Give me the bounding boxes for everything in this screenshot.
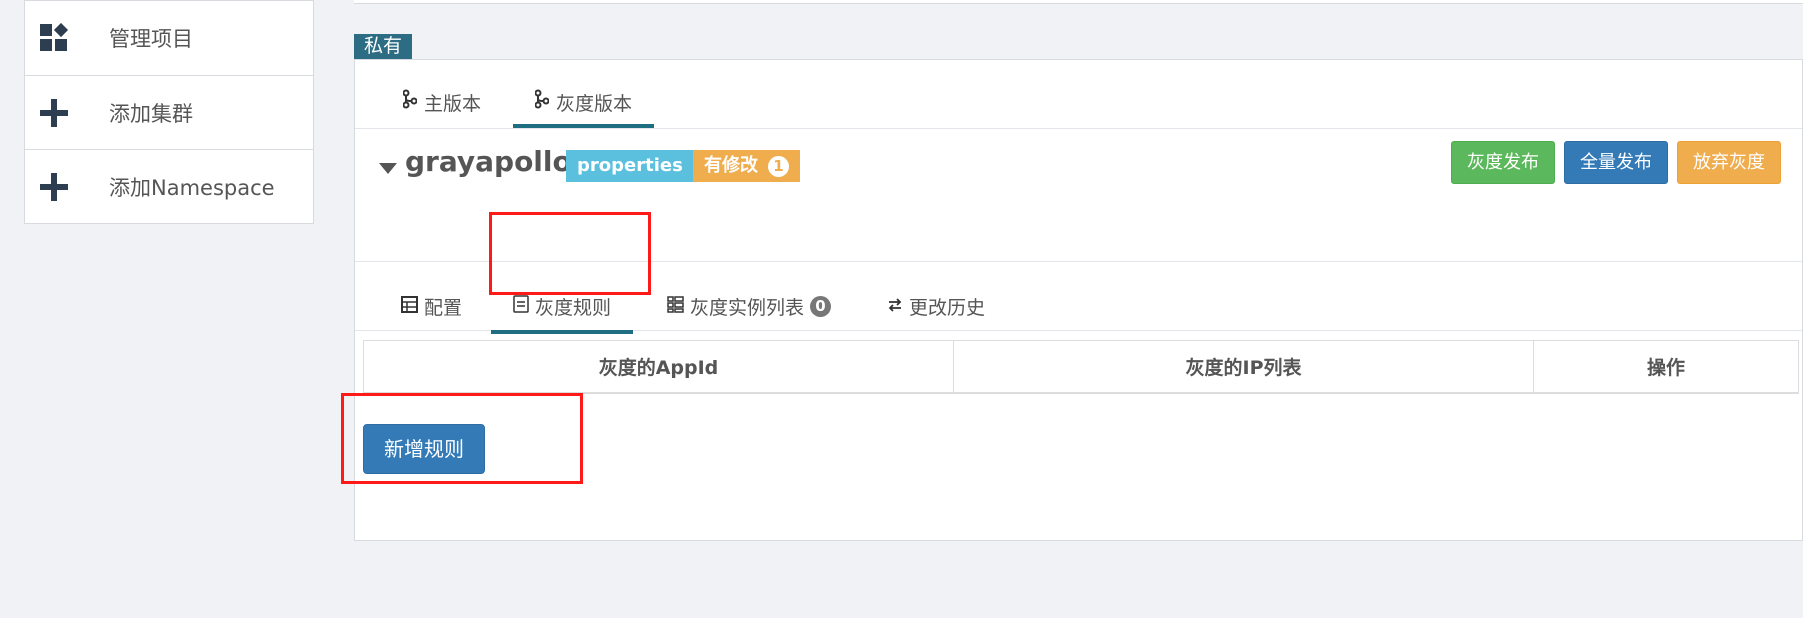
branch-icon: [402, 89, 418, 114]
sidebar-item-add-namespace[interactable]: 添加Namespace: [24, 150, 314, 224]
sidebar-item-label: 管理项目: [109, 27, 193, 51]
modified-label: 有修改: [704, 155, 758, 176]
tab-label: 灰度规则: [535, 297, 612, 319]
tab-label: 更改历史: [909, 297, 986, 319]
gray-release-button[interactable]: 灰度发布: [1451, 141, 1555, 184]
tab-gray-version[interactable]: 灰度版本: [512, 89, 655, 128]
gray-sub-tabs: 配置 灰度规则 灰度实例列表 0 更改历史: [355, 262, 1802, 334]
list-icon: [667, 295, 684, 318]
tab-label: 配置: [424, 297, 463, 319]
tab-main-version[interactable]: 主版本: [402, 89, 482, 126]
full-release-button[interactable]: 全量发布: [1564, 141, 1668, 184]
plus-icon: [37, 170, 71, 204]
gray-rules-table: 灰度的AppId 灰度的IP列表 操作: [363, 340, 1799, 394]
tab-gray-instances[interactable]: 灰度实例列表 0: [667, 293, 832, 320]
tab-label: 灰度版本: [556, 93, 633, 115]
sidebar-item-label: 添加Namespace: [109, 175, 275, 200]
tab-gray-rules[interactable]: 灰度规则: [490, 293, 634, 334]
document-icon: [513, 295, 529, 318]
format-badge: properties: [566, 150, 694, 182]
tab-config[interactable]: 配置: [401, 293, 462, 320]
tab-label: 主版本: [424, 93, 482, 115]
sidebar-item-add-cluster[interactable]: 添加集群: [24, 76, 314, 150]
column-header-actions: 操作: [1646, 357, 1685, 379]
column-header-ip-list: 灰度的IP列表: [954, 341, 1534, 392]
scope-badge: 私有: [354, 34, 413, 59]
branch-icon: [534, 89, 550, 114]
swap-icon: [887, 296, 903, 318]
instance-count-badge: 0: [810, 296, 832, 317]
column-header-appid: 灰度的AppId: [364, 341, 954, 392]
previous-panel-edge: [354, 0, 1803, 4]
namespace-name: grayapollo: [405, 145, 572, 178]
sidebar-item-label: 添加集群: [109, 101, 193, 126]
version-tabs: 主版本 灰度版本: [355, 60, 1802, 129]
add-rule-button[interactable]: 新增规则: [363, 424, 485, 474]
tab-change-history[interactable]: 更改历史: [887, 293, 985, 320]
plus-icon: [37, 96, 71, 130]
table-icon: [401, 295, 418, 318]
abandon-gray-button[interactable]: 放弃灰度: [1677, 141, 1781, 184]
modified-badge: 有修改 1: [693, 150, 800, 182]
tab-label: 灰度实例列表: [690, 297, 805, 319]
collapse-caret-icon[interactable]: [379, 160, 397, 179]
namespace-panel: 主版本 灰度版本 grayapollo properties 有修改 1 灰度发…: [354, 59, 1803, 541]
modified-count: 1: [768, 155, 789, 177]
dashboard-icon: [37, 21, 71, 55]
sidebar-item-manage-project[interactable]: 管理项目: [24, 0, 314, 76]
sidebar: 管理项目 添加集群 添加Namespace: [24, 0, 314, 224]
